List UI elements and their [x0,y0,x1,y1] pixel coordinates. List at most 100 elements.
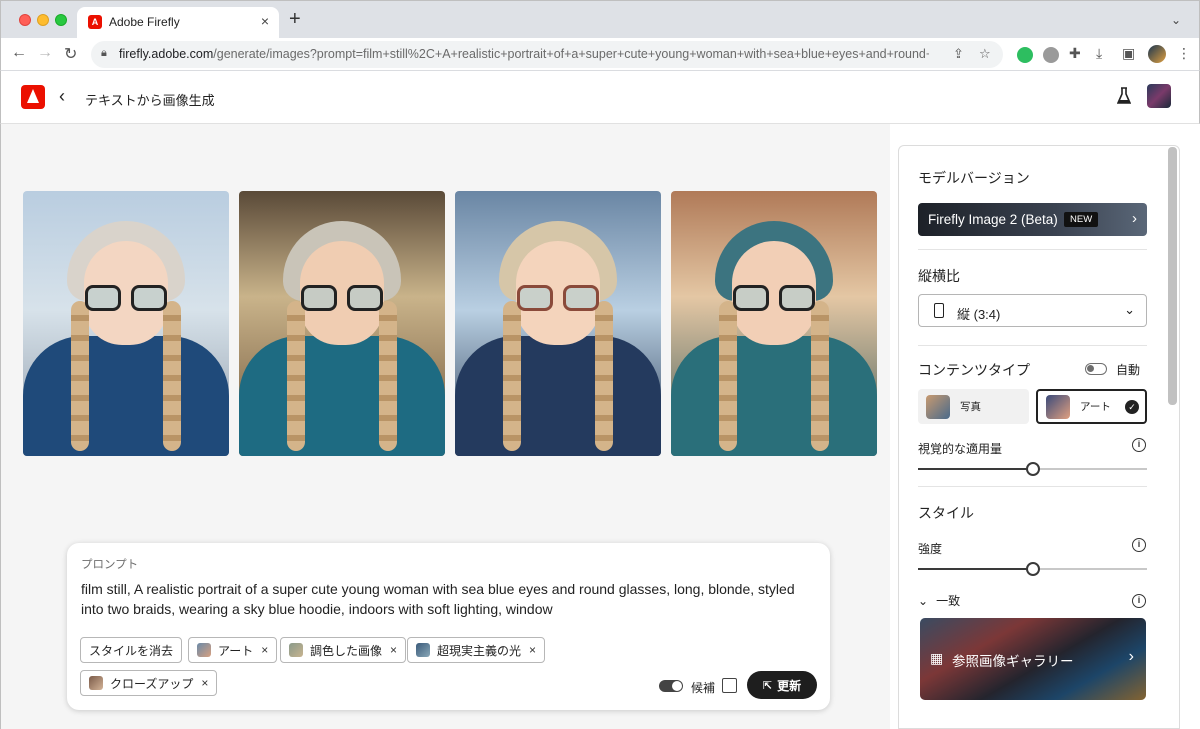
strength-slider[interactable] [918,562,1147,576]
style-chip-art[interactable]: アート × [188,637,278,663]
style-chip-closeup[interactable]: クローズアップ × [80,670,218,696]
reload-icon[interactable]: ↻ [64,44,77,64]
candidates-label: 候補 [691,681,716,695]
match-label: 一致 [936,594,961,608]
slider-fill [918,568,1033,570]
lock-icon: 🔒︎ [101,47,107,59]
style-chip-toned-image[interactable]: 調色した画像 × [280,637,407,663]
visual-intensity-label: 視覚的な適用量 [918,442,1003,456]
bookmark-star-icon[interactable]: ☆ [979,46,991,62]
settings-panel: モデルバージョン Firefly Image 2 (Beta) NEW › 縦横… [898,145,1180,729]
content-type-photo-label: 写真 [960,401,981,413]
back-chevron-icon[interactable]: ‹ [59,86,65,107]
close-tab-icon[interactable]: × [261,13,269,29]
chip-thumbnail [89,676,103,690]
panel-scrollbar[interactable] [1168,147,1177,405]
clear-style-label: スタイルを消去 [89,643,174,658]
new-badge: NEW [1064,212,1099,227]
remove-chip-icon[interactable]: × [261,643,268,657]
browser-tab-strip: A Adobe Firefly × + ⌄ [0,0,1200,39]
section-divider [918,486,1147,487]
adobe-favicon-icon: A [88,15,102,29]
remove-chip-icon[interactable]: × [390,643,397,657]
forward-arrow-icon[interactable]: → [37,44,53,62]
prompt-panel: プロンプト film still, A realistic portrait o… [67,543,830,710]
browser-tab[interactable]: A Adobe Firefly × [77,7,279,39]
match-section-toggle[interactable]: ⌄ 一致 [918,592,960,609]
url-path: /generate/images?prompt=film+still%2C+A+… [213,47,929,61]
chevron-right-icon: › [1132,210,1137,227]
content-type-photo[interactable]: 写真 [918,389,1029,424]
slider-thumb[interactable] [1025,462,1040,476]
more-menu-icon[interactable]: ⋮ [1177,45,1191,62]
model-version-title: モデルバージョン [918,170,1030,186]
browser-toolbar: ← → ↻ 🔒︎ firefly.adobe.com/generate/imag… [0,38,1200,71]
reference-gallery-button[interactable]: ▦ 参照画像ギャラリー › [920,618,1146,700]
profile-avatar-icon[interactable] [1148,45,1166,63]
visual-intensity-slider[interactable] [918,462,1147,476]
checkmark-icon: ✓ [1125,400,1139,414]
back-arrow-icon[interactable]: ← [11,44,27,62]
chip-label: アート [218,643,254,658]
chip-label: 調色した画像 [310,643,383,658]
aspect-ratio-value: 縦 (3:4) [957,307,1001,322]
generated-image-1[interactable] [23,191,229,456]
sidebar-icon[interactable]: ▣ [1122,45,1135,62]
gallery-label: 参照画像ギャラリー [952,654,1074,669]
address-bar[interactable]: 🔒︎ firefly.adobe.com/generate/images?pro… [91,41,1003,68]
chip-thumbnail [197,643,211,657]
refresh-export-icon: ⇱ [762,679,773,692]
extensions-puzzle-icon[interactable]: ✚ [1069,45,1081,62]
adobe-logo-icon[interactable] [21,85,45,109]
window-maximize-button[interactable] [55,14,67,26]
info-icon[interactable]: i [1132,594,1146,608]
clear-style-button[interactable]: スタイルを消去 [80,637,183,663]
prompt-input[interactable]: film still, A realistic portrait of a su… [81,579,811,619]
update-label: 更新 [777,678,802,693]
slider-thumb[interactable] [1025,562,1040,576]
prompt-label: プロンプト [81,559,139,571]
auto-label: 自動 [1116,363,1141,377]
style-title: スタイル [918,505,974,521]
user-avatar[interactable] [1147,84,1171,108]
download-icon[interactable]: ⤓ [1096,45,1102,62]
tab-search-chevron-icon[interactable]: ⌄ [1171,13,1181,27]
labs-flask-icon[interactable] [1117,87,1131,105]
new-tab-button[interactable]: + [289,9,301,29]
window-close-button[interactable] [19,14,31,26]
section-divider [918,249,1147,250]
chevron-right-icon: › [1128,648,1134,665]
evernote-extension-icon[interactable] [1017,47,1033,63]
url-host: firefly.adobe.com [119,47,214,61]
photo-thumbnail [926,394,950,419]
chip-label: 超現実主義の光 [437,643,522,658]
chevron-down-icon: ⌄ [918,594,929,608]
generated-image-2[interactable] [239,191,445,456]
remove-chip-icon[interactable]: × [201,676,208,690]
portrait-icon [934,303,944,318]
update-button[interactable]: ⇱ 更新 [747,671,817,699]
tab-title: Adobe Firefly [109,15,180,29]
generated-image-4[interactable] [671,191,877,456]
window-minimize-button[interactable] [37,14,49,26]
chip-label: クローズアップ [110,676,194,691]
chip-thumbnail [416,643,430,657]
share-icon[interactable]: ⇪ [953,46,964,62]
content-type-art[interactable]: アート ✓ [1036,389,1147,424]
candidates-toggle[interactable] [659,680,683,692]
chevron-down-icon: ⌄ [1124,302,1135,317]
info-icon[interactable]: i [1132,538,1146,552]
remove-chip-icon[interactable]: × [529,643,536,657]
model-version-button[interactable]: Firefly Image 2 (Beta) NEW › [918,203,1147,236]
url-text[interactable]: firefly.adobe.com/generate/images?prompt… [119,47,929,61]
generated-image-3[interactable] [455,191,661,456]
style-chip-surreal-light[interactable]: 超現実主義の光 × [407,637,546,663]
art-thumbnail [1046,394,1070,419]
aspect-ratio-select[interactable]: 縦 (3:4) ⌄ [918,294,1147,327]
info-icon[interactable]: i [1132,438,1146,452]
chip-thumbnail [289,643,303,657]
candidates-check-icon[interactable] [722,678,737,693]
extension-gray-icon[interactable] [1043,47,1059,63]
auto-toggle[interactable] [1085,363,1107,375]
content-type-title: コンテンツタイプ [918,362,1030,378]
